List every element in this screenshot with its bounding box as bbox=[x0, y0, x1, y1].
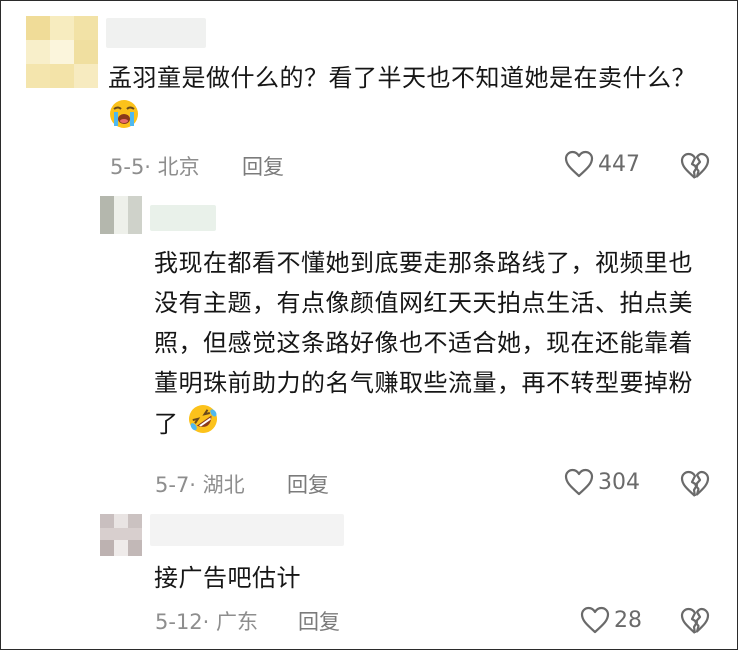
loudly-crying-face-icon bbox=[108, 98, 140, 142]
comment-date-location: 5-5· 北京 bbox=[110, 155, 200, 179]
like-button[interactable]: 28 bbox=[580, 606, 642, 634]
avatar-blurred-image bbox=[100, 514, 142, 556]
username-blurred[interactable] bbox=[106, 18, 206, 48]
dislike-button[interactable] bbox=[680, 607, 710, 639]
comment-text: 接广告吧估计 bbox=[154, 564, 301, 592]
heart-outline-icon bbox=[564, 150, 594, 178]
reply-button[interactable]: 回复 bbox=[287, 471, 329, 499]
heart-outline-icon bbox=[564, 468, 594, 496]
username-blurred[interactable] bbox=[150, 514, 344, 546]
dislike-button[interactable] bbox=[680, 470, 710, 502]
broken-heart-icon bbox=[680, 152, 710, 179]
like-button[interactable]: 304 bbox=[564, 468, 640, 496]
avatar[interactable] bbox=[100, 514, 142, 556]
username-blurred[interactable] bbox=[150, 205, 216, 231]
comment-text: 我现在都看不懂她到底要走那条路线了，视频里也没有主题，有点像颜值网红天天拍点生活… bbox=[154, 243, 714, 447]
avatar[interactable] bbox=[100, 196, 142, 234]
reply-button[interactable]: 回复 bbox=[242, 153, 284, 181]
heart-outline-icon bbox=[580, 606, 610, 634]
dislike-button[interactable] bbox=[680, 152, 710, 184]
broken-heart-icon bbox=[680, 607, 710, 634]
avatar-blurred-image bbox=[26, 16, 98, 88]
rolling-on-floor-laughing-icon bbox=[187, 403, 219, 447]
avatar-blurred-image bbox=[100, 196, 142, 234]
avatar[interactable] bbox=[26, 16, 98, 88]
like-button[interactable]: 447 bbox=[564, 150, 640, 178]
broken-heart-icon bbox=[680, 470, 710, 497]
comment-date-location: 5-12· 广东 bbox=[155, 610, 259, 634]
like-count: 304 bbox=[598, 469, 640, 495]
reply-button[interactable]: 回复 bbox=[298, 608, 340, 636]
comment-text: 孟羽童是做什么的？看了半天也不知道她是在卖什么？ bbox=[108, 58, 708, 142]
like-count: 447 bbox=[598, 151, 640, 177]
comment-date-location: 5-7· 湖北 bbox=[155, 473, 245, 497]
like-count: 28 bbox=[614, 607, 642, 633]
